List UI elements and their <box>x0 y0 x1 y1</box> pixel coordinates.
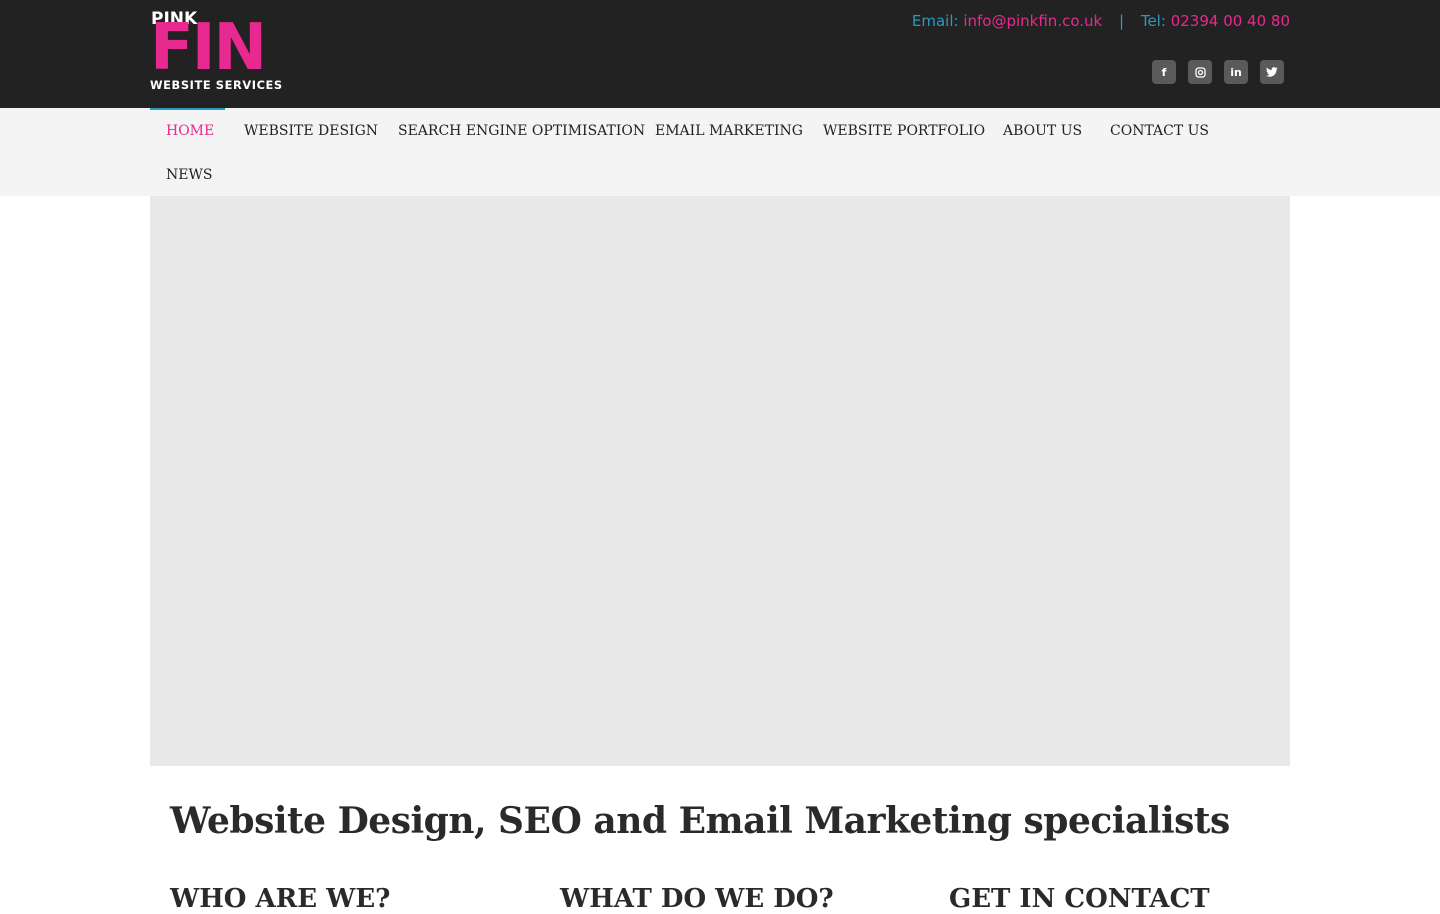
main-navigation: HOME WEBSITE DESIGN SEARCH ENGINE OPTIMI… <box>0 108 1440 196</box>
logo-fin-text: FIN <box>150 11 267 85</box>
active-nav-indicator <box>150 108 225 110</box>
social-links: f in <box>1152 60 1284 84</box>
tel-label: Tel: <box>1140 12 1166 30</box>
get-in-contact-heading: GET IN CONTACT <box>949 884 1210 914</box>
instagram-icon[interactable] <box>1188 60 1212 84</box>
logo-tagline-text: WEBSITE SERVICES <box>150 78 283 92</box>
twitter-icon[interactable] <box>1260 60 1284 84</box>
pinkfin-logo[interactable]: PINK FIN WEBSITE SERVICES <box>150 9 288 92</box>
nav-item-contact-us[interactable]: CONTACT US <box>1110 123 1209 139</box>
linkedin-glyph: in <box>1230 65 1242 79</box>
hero-slider[interactable] <box>150 196 1290 766</box>
nav-item-website-design[interactable]: WEBSITE DESIGN <box>244 123 378 139</box>
who-are-we-heading: WHO ARE WE? <box>170 884 391 914</box>
site-header: PINK FIN WEBSITE SERVICES Email: info@pi… <box>0 0 1440 108</box>
instagram-glyph <box>1194 66 1206 78</box>
nav-item-website-portfolio[interactable]: WEBSITE PORTFOLIO <box>823 123 985 139</box>
contact-info: Email: info@pinkfin.co.uk | Tel: 02394 0… <box>912 12 1290 30</box>
nav-item-home[interactable]: HOME <box>166 123 214 139</box>
contact-separator: | <box>1119 12 1125 30</box>
nav-item-seo[interactable]: SEARCH ENGINE OPTIMISATION <box>398 123 645 139</box>
email-label: Email: <box>911 12 959 30</box>
nav-item-email-marketing[interactable]: EMAIL MARKETING <box>655 123 803 139</box>
nav-item-about-us[interactable]: ABOUT US <box>1003 123 1082 139</box>
linkedin-icon[interactable]: in <box>1224 60 1248 84</box>
email-link[interactable]: info@pinkfin.co.uk <box>963 12 1102 30</box>
what-do-we-do-heading: WHAT DO WE DO? <box>560 884 834 914</box>
page-headline: Website Design, SEO and Email Marketing … <box>170 800 1230 842</box>
twitter-glyph <box>1266 67 1278 77</box>
tel-link[interactable]: 02394 00 40 80 <box>1171 12 1290 30</box>
nav-item-news[interactable]: NEWS <box>166 167 212 183</box>
facebook-icon[interactable]: f <box>1152 60 1176 84</box>
facebook-glyph: f <box>1161 65 1167 79</box>
